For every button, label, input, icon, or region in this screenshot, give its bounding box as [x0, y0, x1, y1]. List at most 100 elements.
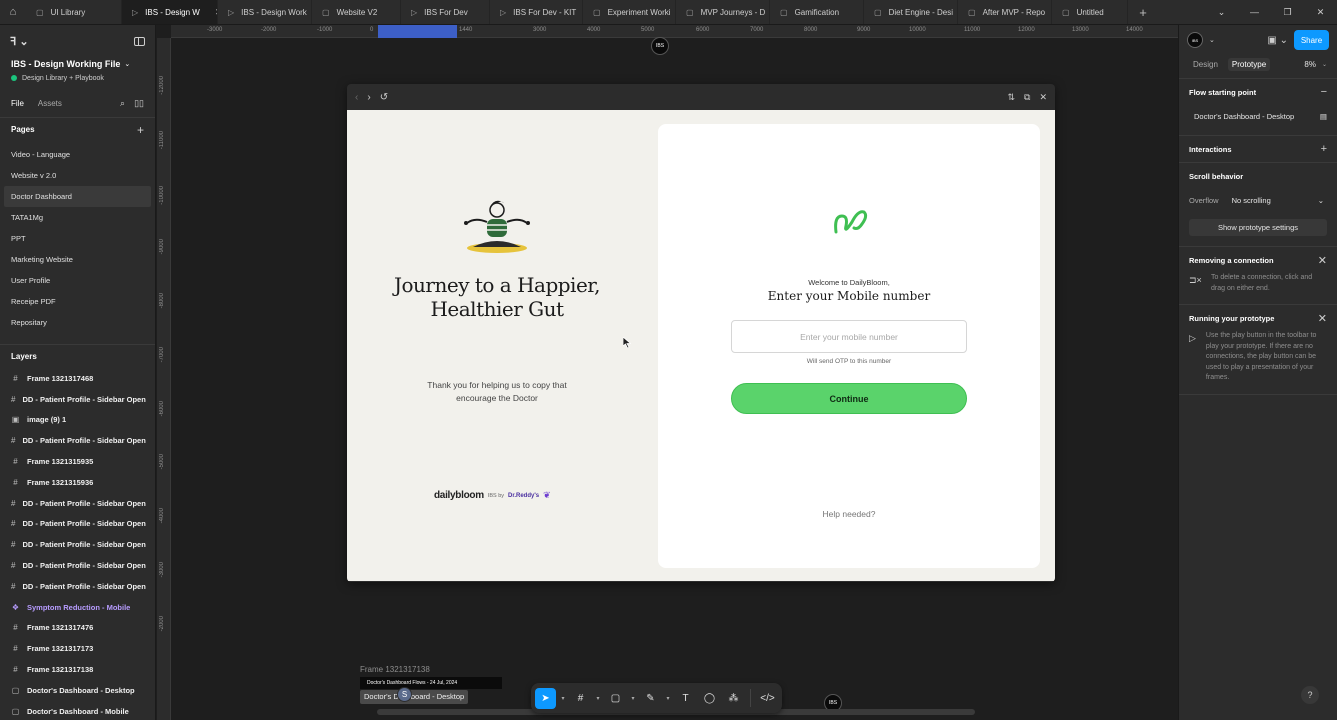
add-interaction-button[interactable]: + [1321, 143, 1327, 155]
add-page-button[interactable]: + [137, 123, 144, 137]
forward-arrow-icon[interactable]: › [367, 92, 370, 103]
layer-row[interactable]: # Frame 1321317476 [0, 618, 155, 639]
frame-icon: # [11, 498, 16, 508]
page-item[interactable]: Receipe PDF [0, 291, 151, 312]
pen-tool-icon[interactable]: ✎ [640, 688, 661, 709]
collaborator-avatar[interactable]: IBS [651, 37, 669, 55]
tab-ibs-design-active[interactable]: ▷ IBS - Design W ✕ [122, 0, 218, 24]
frame-tool-icon[interactable]: # [570, 688, 591, 709]
layer-row[interactable]: # DD - Patient Profile - Sidebar Open [0, 534, 155, 555]
layer-row[interactable]: # Frame 1321315936 [0, 472, 155, 493]
tab-experiment[interactable]: ▢ Experiment Worki [583, 0, 676, 24]
figma-menu-icon[interactable]: ꟻ ⌄ [10, 35, 29, 48]
close-window-icon[interactable]: ✕ [1304, 7, 1337, 18]
tab-mvp-journeys[interactable]: ▢ MVP Journeys - D [676, 0, 770, 24]
search-icon[interactable]: ⌕ [120, 98, 125, 109]
tab-ibs-for-dev[interactable]: ▷ IBS For Dev [401, 0, 490, 24]
settings-sliders-icon[interactable]: ⇅ [1007, 92, 1015, 103]
show-prototype-settings-button[interactable]: Show prototype settings [1189, 219, 1327, 236]
page-item[interactable]: User Profile [0, 270, 151, 291]
chevron-down-icon[interactable]: ▾ [664, 695, 672, 702]
canvas[interactable]: -3000 -2000 -1000 0 1440 3000 4000 5000 … [157, 25, 1178, 720]
page-item[interactable]: Website v 2.0 [0, 165, 151, 186]
layer-label: Frame 1321315935 [27, 457, 94, 467]
layer-row[interactable]: # DD - Patient Profile - Sidebar Open [0, 389, 155, 410]
close-icon[interactable]: ✕ [1039, 92, 1047, 103]
page-item[interactable]: Marketing Website [0, 249, 151, 270]
minimize-icon[interactable]: — [1238, 7, 1271, 17]
page-item-selected[interactable]: Doctor Dashboard [4, 186, 151, 207]
layer-row[interactable]: # DD - Patient Profile - Sidebar Open [0, 493, 155, 514]
file-team[interactable]: Design Library + Playbook [0, 71, 155, 85]
tab-ibs-design-work[interactable]: ▷ IBS - Design Work [218, 0, 312, 24]
tab-prototype[interactable]: Prototype [1227, 57, 1271, 71]
user-avatar[interactable]: IBS [1187, 32, 1203, 48]
layer-row[interactable]: ▢ Doctor's Dashboard - Mobile [0, 701, 155, 720]
layer-row[interactable]: # Frame 1321317138 [0, 659, 155, 680]
layer-row[interactable]: ▣ image (9) 1 [0, 410, 155, 431]
page-item[interactable]: Video - Language [0, 144, 151, 165]
actions-tool-icon[interactable]: ⁂ [723, 688, 744, 709]
layer-row[interactable]: # Frame 1321317468 [0, 368, 155, 389]
minus-icon[interactable]: − [1321, 86, 1327, 98]
tab-file[interactable]: File [11, 99, 24, 108]
file-title[interactable]: IBS - Design Working File ⌄ [0, 57, 155, 71]
tab-after-mvp[interactable]: ▢ After MVP - Repo [958, 0, 1052, 24]
close-icon[interactable]: ✕ [1318, 254, 1327, 267]
chevron-down-icon[interactable]: ▾ [559, 695, 567, 702]
frame-name-label[interactable]: Frame 1321317138 [360, 665, 430, 674]
text-tool-icon[interactable]: T [675, 688, 696, 709]
dev-mode-icon[interactable]: </> [757, 688, 778, 709]
home-icon[interactable]: ⌂ [0, 0, 26, 24]
layer-row[interactable]: ▢ Doctor's Dashboard - Desktop [0, 680, 155, 701]
chevron-down-icon[interactable]: ⌄ [1322, 61, 1327, 68]
clipboard-icon[interactable]: ▤ [1320, 112, 1327, 121]
tab-website-v2[interactable]: ▢ Website V2 [312, 0, 401, 24]
move-tool-icon[interactable]: ➤ [535, 687, 556, 709]
comment-tool-icon[interactable]: ◯ [699, 688, 720, 709]
page-item[interactable]: Repositary [0, 312, 151, 333]
tab-untitled[interactable]: ▢ Untitled [1052, 0, 1128, 24]
restart-icon[interactable]: ↺ [380, 92, 388, 103]
help-button[interactable]: ? [1301, 686, 1319, 704]
present-icon[interactable]: ▣ ⌄ [1267, 35, 1288, 46]
ruler-tick: 10000 [909, 27, 926, 33]
page-item[interactable]: TATA1Mg [0, 207, 151, 228]
library-icon[interactable]: ▯▯ [134, 98, 144, 109]
layer-row[interactable]: # DD - Patient Profile - Sidebar Open [0, 514, 155, 535]
flow-name-tag[interactable]: Doctor's Dashboard - Desktop [360, 690, 469, 704]
page-item[interactable]: PPT [0, 228, 151, 249]
new-tab-button[interactable]: + [1128, 0, 1158, 24]
scroll-section: Scroll behavior Overflow No scrolling ⌄ … [1179, 162, 1337, 236]
layer-row[interactable]: # DD - Patient Profile - Sidebar Open [0, 555, 155, 576]
tab-design[interactable]: Design [1189, 58, 1222, 71]
layer-row[interactable]: # Frame 1321315935 [0, 451, 155, 472]
close-icon[interactable]: ✕ [1318, 312, 1327, 325]
tab-ui-library[interactable]: ▢ UI Library [26, 0, 122, 24]
restore-icon[interactable]: ❐ [1271, 7, 1304, 18]
tab-gamification[interactable]: ▢ Gamification [770, 0, 864, 24]
tab-diet-engine[interactable]: ▢ Diet Engine - Desi [864, 0, 958, 24]
share-button[interactable]: Share [1294, 30, 1329, 50]
back-arrow-icon[interactable]: ‹ [355, 92, 358, 103]
layer-row[interactable]: # DD - Patient Profile - Sidebar Open [0, 576, 155, 597]
zoom-level[interactable]: 8% [1304, 60, 1316, 69]
flow-starting-point[interactable]: Doctor's Dashboard - Desktop ▤ [1189, 105, 1327, 127]
layer-row[interactable]: # Frame 1321317173 [0, 638, 155, 659]
open-external-icon[interactable]: ⧉ [1024, 92, 1030, 103]
tab-assets[interactable]: Assets [38, 99, 62, 108]
chevron-down-icon[interactable]: ▾ [629, 695, 637, 702]
mini-frame-thumbnail[interactable]: Doctor's Dashboard Flows - 24 Jul, 2024 [360, 677, 502, 689]
chevron-down-icon[interactable]: ⌄ [1205, 7, 1238, 18]
overflow-select[interactable]: No scrolling ⌄ [1228, 193, 1327, 207]
continue-button[interactable]: Continue [731, 383, 967, 414]
mobile-number-input[interactable] [731, 320, 967, 353]
shape-tool-icon[interactable]: ▢ [605, 688, 626, 709]
panel-toggle-icon[interactable] [134, 36, 145, 46]
layer-row-component[interactable]: ❖ Symptom Reduction - Mobile [0, 597, 155, 618]
tab-ibs-for-dev-kit[interactable]: ▷ IBS For Dev - KIT [490, 0, 583, 24]
chevron-down-icon[interactable]: ▾ [594, 695, 602, 702]
help-link[interactable]: Help needed? [658, 509, 1040, 519]
chevron-down-icon[interactable]: ⌄ [1209, 36, 1215, 44]
layer-row[interactable]: # DD - Patient Profile - Sidebar Open [0, 430, 155, 451]
